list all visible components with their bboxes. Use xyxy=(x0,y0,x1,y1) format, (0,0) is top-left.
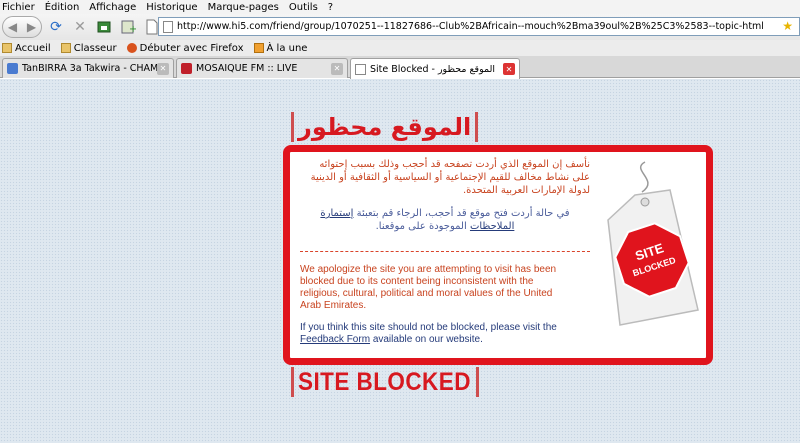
close-tab-icon[interactable]: ✕ xyxy=(331,62,343,75)
bookmark-accueil[interactable]: Accueil xyxy=(2,43,51,54)
arabic-feedback-message: في حالة أردت فتح موقع قد أحجب، الرجاء قم… xyxy=(300,207,590,233)
site-favicon-icon xyxy=(163,20,173,33)
close-tab-icon[interactable]: ✕ xyxy=(503,63,515,75)
tab-bar: TanBIRRA 3a Takwira - CHAMPION'S L... ✕ … xyxy=(0,56,800,79)
bookmark-a-la-une[interactable]: À la une xyxy=(253,42,308,54)
url-text[interactable]: http://www.hi5.com/friend/group/1070251-… xyxy=(177,21,764,32)
site-blocked-tag-icon: SITE BLOCKED xyxy=(607,161,699,326)
tab-label: TanBIRRA 3a Takwira - CHAMPION'S L... xyxy=(22,63,157,74)
tab-page-icon xyxy=(355,63,366,75)
navigation-toolbar: ◀ ▶ ⟳ ✕ + http://www.hi5.com/friend/grou… xyxy=(0,14,800,40)
svg-text:+: + xyxy=(129,24,136,35)
close-tab-icon[interactable]: ✕ xyxy=(157,62,169,75)
english-feedback-pre: If you think this site should not be blo… xyxy=(300,322,557,333)
english-title-text: SITE BLOCKED xyxy=(298,367,471,396)
menu-help[interactable]: ? xyxy=(323,2,338,13)
page-content: الموقع محظور نأسف إن الموقع الذي أردت تص… xyxy=(0,79,800,443)
bookmark-label: Classeur xyxy=(73,42,117,54)
bookmark-debuter-firefox[interactable]: Débuter avec Firefox xyxy=(126,42,244,54)
feedback-form-link[interactable]: Feedback Form xyxy=(300,334,370,345)
tag-hole xyxy=(640,197,650,207)
folder-icon xyxy=(2,43,12,53)
star-icon[interactable]: ★ xyxy=(782,19,793,33)
tab-favicon-icon xyxy=(181,63,192,74)
arabic-message: نأسف إن الموقع الذي أردت تصفحه قد أحجب و… xyxy=(310,159,590,196)
bookmark-label: Débuter avec Firefox xyxy=(139,42,244,54)
english-message: We apologize the site you are attempting… xyxy=(300,264,557,311)
menu-outils[interactable]: Outils xyxy=(284,2,323,13)
arabic-feedback-post: الموجودة على موقعنا. xyxy=(375,221,467,232)
folder-icon xyxy=(60,43,71,53)
title-bar-decoration xyxy=(475,112,479,142)
back-arrow-icon[interactable]: ◀ xyxy=(8,20,17,34)
firefox-icon xyxy=(126,43,137,53)
menu-affichage[interactable]: Affichage xyxy=(84,2,141,13)
title-bar-decoration xyxy=(476,367,480,397)
forward-arrow-icon[interactable]: ▶ xyxy=(27,20,36,34)
stop-icon[interactable]: ✕ xyxy=(70,17,90,37)
bookmark-label: À la une xyxy=(266,42,308,54)
title-bar-decoration xyxy=(291,367,294,397)
tab-mosaique[interactable]: MOSAIQUE FM :: LIVE ✕ xyxy=(176,58,348,78)
bookmark-classeur[interactable]: Classeur xyxy=(60,42,117,54)
home-icon[interactable] xyxy=(94,17,114,37)
tab-site-blocked[interactable]: Site Blocked - الموقع محظور ✕ xyxy=(350,58,520,79)
english-feedback-post: available on our website. xyxy=(372,334,483,345)
reload-icon[interactable]: ⟳ xyxy=(46,17,66,37)
bookmarks-toolbar: Accueil Classeur Débuter avec Firefox À … xyxy=(0,40,800,56)
url-bar[interactable]: http://www.hi5.com/friend/group/1070251-… xyxy=(158,17,800,36)
arabic-feedback-pre: في حالة أردت فتح موقع قد أحجب، الرجاء قم… xyxy=(356,208,570,219)
english-feedback-message: If you think this site should not be blo… xyxy=(300,322,570,346)
tab-favicon-icon xyxy=(7,63,18,74)
arabic-title-text: الموقع محظور xyxy=(298,113,472,141)
menu-marque-pages[interactable]: Marque-pages xyxy=(203,2,284,13)
back-forward-buttons[interactable]: ◀ ▶ xyxy=(2,16,42,38)
menu-edition[interactable]: Édition xyxy=(40,2,85,13)
blocked-message-box: نأسف إن الموقع الذي أردت تصفحه قد أحجب و… xyxy=(283,145,713,365)
bookmark-label: Accueil xyxy=(15,42,51,54)
tab-label: Site Blocked - الموقع محظور xyxy=(370,63,496,75)
dashed-divider xyxy=(300,251,590,252)
arabic-title: الموقع محظور xyxy=(287,110,482,144)
menu-historique[interactable]: Historique xyxy=(141,2,202,13)
english-title: SITE BLOCKED xyxy=(287,365,483,399)
add-bookmark-icon[interactable]: + xyxy=(118,17,138,37)
menu-fichier[interactable]: Fichier xyxy=(0,2,40,13)
tab-label: MOSAIQUE FM :: LIVE xyxy=(196,63,298,74)
tag-string xyxy=(639,161,649,193)
rss-folder-icon xyxy=(253,43,264,53)
title-bar-decoration xyxy=(291,112,294,142)
tab-tanbirra[interactable]: TanBIRRA 3a Takwira - CHAMPION'S L... ✕ xyxy=(2,58,174,78)
menu-bar: Fichier Édition Affichage Historique Mar… xyxy=(0,0,800,14)
